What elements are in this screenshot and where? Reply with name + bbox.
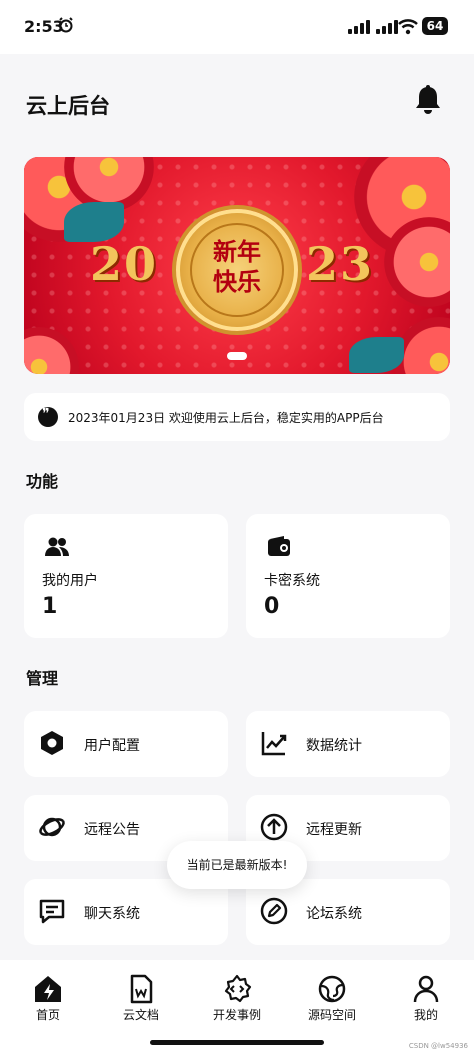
section-title-management: 管理 (26, 669, 59, 688)
alarm-icon (59, 17, 73, 33)
tab-source-space[interactable]: 源码空间 (297, 974, 367, 1023)
cellular-signal-icon (348, 20, 370, 34)
planet-icon (39, 817, 65, 837)
tile-label: 远程更新 (306, 822, 362, 838)
tab-mine[interactable]: 我的 (391, 974, 461, 1023)
stat-value: 1 (42, 594, 58, 619)
home-indicator[interactable] (150, 1040, 324, 1045)
tile-label: 数据统计 (306, 738, 362, 754)
wallet-icon (268, 536, 290, 556)
tab-dev-examples[interactable]: 开发事例 (202, 974, 272, 1023)
stat-value: 0 (264, 594, 280, 619)
app-header: 云上后台 (0, 54, 474, 154)
medal-line-1: 新年 (213, 237, 261, 266)
tab-label: 我的 (413, 1008, 438, 1022)
stat-card-cards[interactable]: 卡密系统 0 (246, 514, 450, 638)
arrow-up-circle-icon (260, 813, 288, 841)
document-icon (130, 974, 153, 1004)
medal-line-2: 快乐 (213, 267, 261, 296)
bell-icon[interactable] (412, 84, 444, 116)
stat-label: 我的用户 (42, 573, 98, 589)
wifi-icon (398, 19, 418, 35)
battery-indicator: 64 (422, 17, 448, 35)
notice-text: 2023年01月23日 欢迎使用云上后台，稳定实用的APP后台 (68, 411, 384, 425)
chart-line-icon (261, 732, 287, 756)
tab-cloud-docs[interactable]: 云文档 (106, 974, 176, 1023)
tab-label: 开发事例 (212, 1008, 261, 1022)
home-icon (35, 976, 61, 1002)
toast-message: 当前已是最新版本! (167, 841, 307, 889)
carousel-indicator[interactable] (227, 352, 247, 360)
code-gear-icon (224, 974, 252, 1003)
tile-label: 论坛系统 (306, 906, 362, 922)
cellular-signal-2-icon (376, 20, 398, 34)
tile-data-stats[interactable]: 数据统计 (246, 711, 450, 777)
tile-label: 聊天系统 (84, 906, 140, 922)
leaf-decoration-right (349, 337, 404, 373)
tile-label: 用户配置 (84, 738, 140, 754)
watermark: CSDN @lw54936 (408, 1042, 468, 1050)
page-title: 云上后台 (26, 94, 110, 118)
quote-icon (38, 406, 58, 427)
hexagon-settings-icon (41, 731, 63, 755)
banner-year-right: 23 (306, 237, 375, 291)
user-icon (413, 975, 439, 1003)
medal-text: 新年 快乐 (180, 237, 294, 297)
tile-user-config[interactable]: 用户配置 (24, 711, 228, 777)
stat-label: 卡密系统 (264, 573, 320, 589)
banner-year-left: 20 (90, 237, 159, 291)
globe-icon (318, 975, 346, 1003)
banner-carousel[interactable]: 20 23 新年 快乐 (24, 157, 450, 374)
banner-medal: 新年 快乐 (176, 209, 298, 331)
edit-circle-icon (260, 897, 288, 925)
chat-icon (39, 899, 65, 924)
users-icon (45, 537, 69, 556)
leaf-decoration-left (64, 202, 124, 242)
section-title-functions: 功能 (26, 472, 59, 491)
stat-card-users[interactable]: 我的用户 1 (24, 514, 228, 638)
tile-label: 远程公告 (84, 822, 140, 838)
tab-label: 源码空间 (307, 1008, 356, 1022)
tab-label: 首页 (35, 1008, 60, 1022)
tab-home[interactable]: 首页 (13, 974, 83, 1023)
notice-bar[interactable]: 2023年01月23日 欢迎使用云上后台，稳定实用的APP后台 (24, 393, 450, 441)
status-bar: 2:53 64 (0, 0, 474, 54)
tab-label: 云文档 (122, 1008, 159, 1022)
